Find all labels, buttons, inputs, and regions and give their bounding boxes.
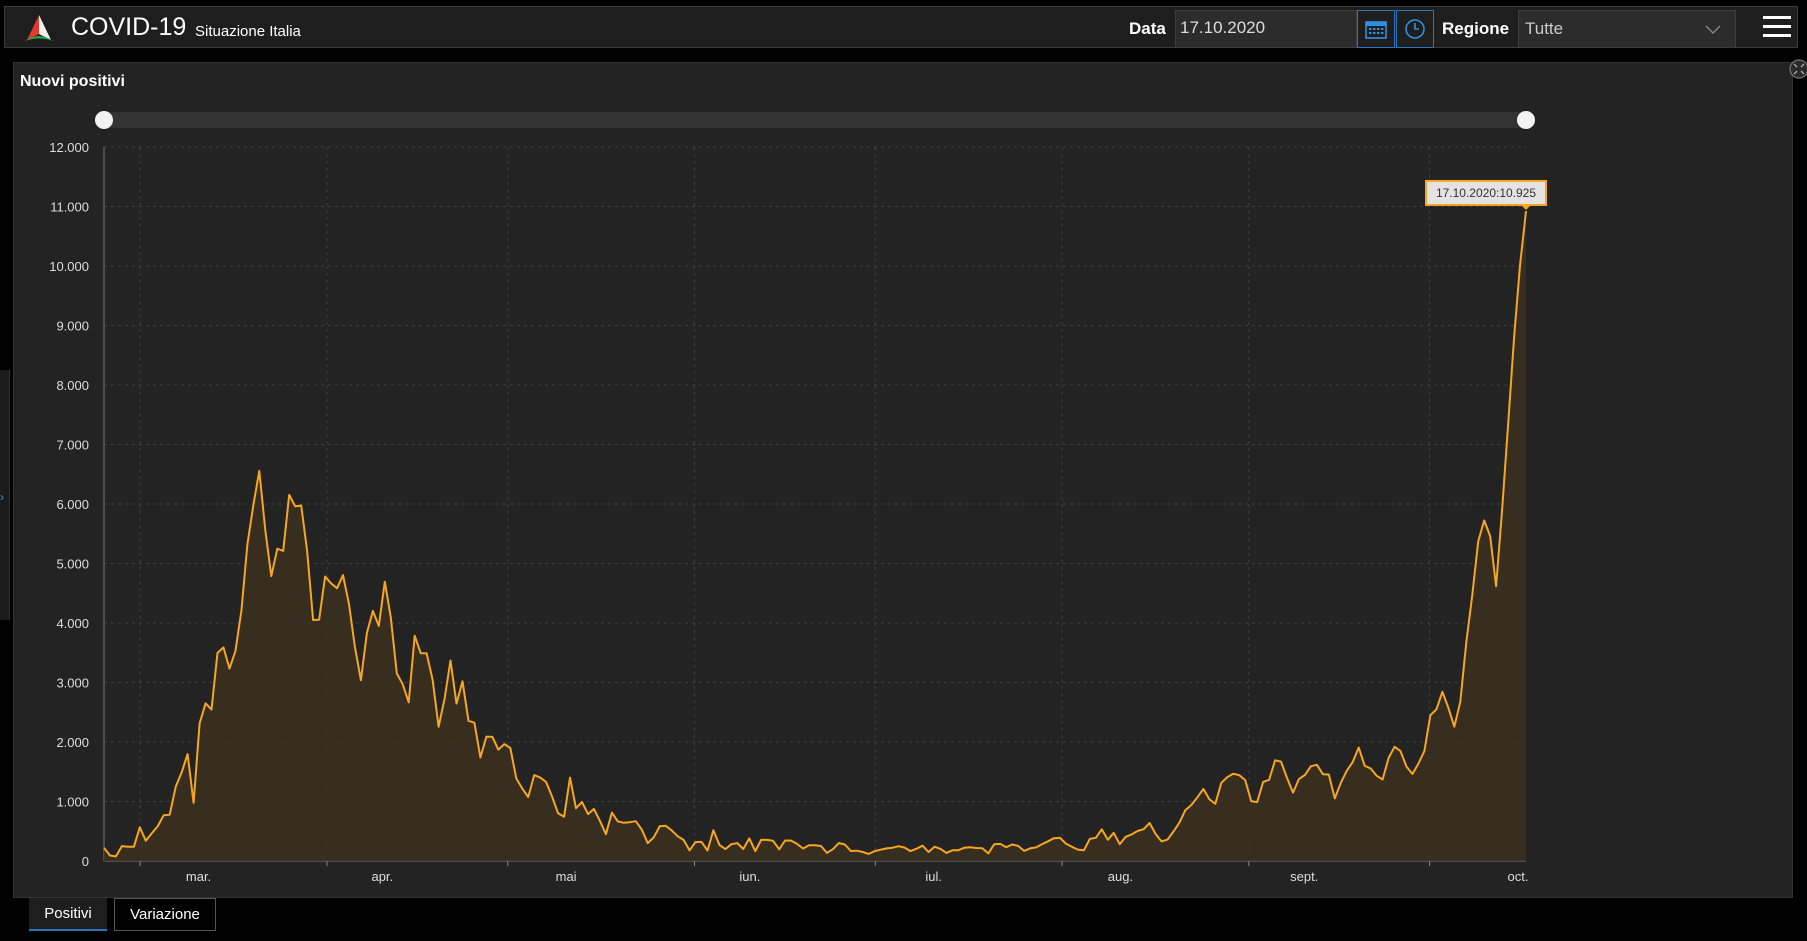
date-input[interactable]: 17.10.2020	[1175, 10, 1357, 48]
y-tick-label: 8.000	[56, 378, 89, 393]
clock-button[interactable]	[1396, 10, 1434, 48]
y-tick-label: 7.000	[56, 438, 89, 453]
collapse-icon[interactable]	[1788, 58, 1807, 80]
tooltip-text: 17.10.2020:10.925	[1436, 186, 1536, 200]
chevron-right-icon[interactable]: ›	[0, 490, 4, 504]
x-tick-label: mar.	[186, 869, 211, 884]
range-handle-end[interactable]	[1517, 111, 1535, 129]
y-tick-label: 3.000	[56, 676, 89, 691]
clock-icon	[1405, 19, 1425, 39]
app-subtitle: Situazione Italia	[195, 23, 301, 40]
app-header: COVID-19 Situazione Italia Data 17.10.20…	[4, 6, 1798, 48]
y-tick-label: 10.000	[49, 259, 89, 274]
y-tick-label: 11.000	[50, 200, 89, 215]
y-tick-label: 1.000	[56, 795, 89, 810]
range-handle-start[interactable]	[95, 111, 113, 129]
y-tick-label: 12.000	[49, 140, 89, 155]
region-select[interactable]: Tutte	[1518, 10, 1736, 48]
tab-positivi[interactable]: Positivi	[29, 898, 107, 931]
y-tick-label: 9.000	[56, 319, 89, 334]
y-tick-label: 2.000	[56, 735, 89, 750]
y-tick-label: 6.000	[56, 497, 89, 512]
region-select-value: Tutte	[1525, 19, 1564, 38]
y-tick-label: 0	[82, 854, 89, 869]
date-label: Data	[1129, 19, 1166, 38]
x-tick-label: aug.	[1108, 869, 1133, 884]
chevron-down-icon	[1705, 25, 1721, 34]
series-area	[104, 211, 1526, 861]
app-title: COVID-19	[71, 13, 187, 41]
y-tick-label: 5.000	[56, 557, 89, 572]
tab-variazione[interactable]: Variazione	[114, 898, 216, 931]
region-label: Regione	[1442, 19, 1510, 38]
chart-area: 0 1.000 2.000 3.000 4.000 5.000 6.000 7.000 8.00…	[49, 111, 1547, 884]
x-tick-label: oct.	[1508, 869, 1529, 884]
menu-icon[interactable]	[1763, 16, 1791, 42]
calendar-button[interactable]	[1357, 10, 1395, 48]
range-scrollbar[interactable]	[104, 112, 1526, 128]
y-tick-label: 4.000	[56, 616, 89, 631]
x-tick-label: apr.	[371, 869, 393, 884]
x-tick-label: sept.	[1290, 869, 1318, 884]
chart-panel: Nuovi positivi 0 1.000 2.000 3.000 4.000 5.00…	[13, 62, 1793, 898]
x-tick-label: iul.	[925, 869, 942, 884]
calendar-icon	[1365, 21, 1387, 39]
x-tick-label: iun.	[739, 869, 760, 884]
x-tick-label: mai	[556, 869, 577, 884]
logo-icon	[25, 15, 53, 41]
tooltip-pointer	[1521, 204, 1531, 210]
